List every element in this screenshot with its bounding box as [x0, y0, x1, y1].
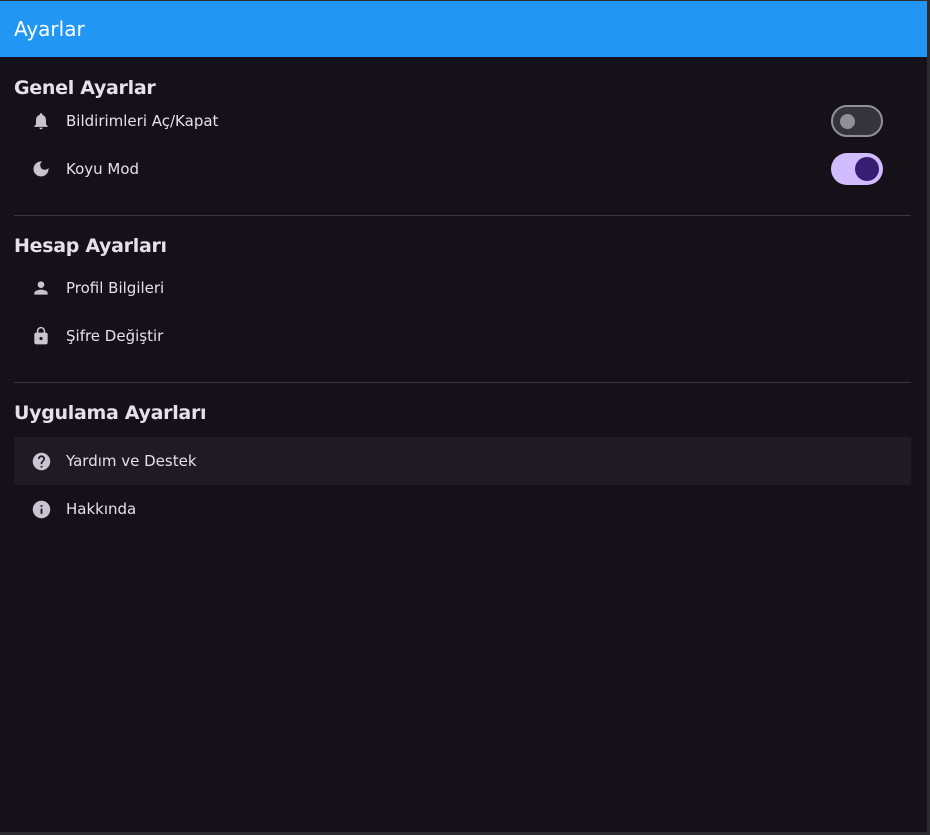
person-icon — [29, 276, 53, 300]
profile-label: Profil Bilgileri — [66, 279, 165, 297]
dark-mode-label: Koyu Mod — [66, 160, 140, 178]
lock-icon — [29, 324, 53, 348]
dark-mode-row[interactable]: Koyu Mod — [14, 145, 911, 193]
password-row[interactable]: Şifre Değiştir — [14, 312, 911, 360]
profile-row[interactable]: Profil Bilgileri — [14, 264, 911, 312]
notifications-switch[interactable] — [831, 105, 883, 137]
password-label: Şifre Değiştir — [66, 327, 164, 345]
app-bar: Ayarlar — [0, 1, 927, 57]
settings-list: Genel Ayarlar Bildirimleri Aç/Kapat Koyu… — [0, 57, 927, 533]
notifications-row[interactable]: Bildirimleri Aç/Kapat — [14, 97, 911, 145]
help-row[interactable]: Yardım ve Destek — [14, 437, 911, 485]
about-row[interactable]: Hakkında — [14, 485, 911, 533]
app-bar-title: Ayarlar — [14, 17, 85, 41]
bell-icon — [29, 109, 53, 133]
moon-icon — [29, 157, 53, 181]
about-label: Hakkında — [66, 500, 137, 518]
switch-knob — [855, 157, 879, 181]
switch-knob — [840, 114, 855, 129]
help-icon — [29, 449, 53, 473]
settings-window: Ayarlar Genel Ayarlar Bildirimleri Aç/Ka… — [0, 1, 927, 832]
notifications-label: Bildirimleri Aç/Kapat — [66, 112, 219, 130]
info-icon — [29, 497, 53, 521]
dark-mode-switch[interactable] — [831, 153, 883, 185]
help-label: Yardım ve Destek — [66, 452, 197, 470]
section-title-app: Uygulama Ayarları — [14, 402, 207, 424]
